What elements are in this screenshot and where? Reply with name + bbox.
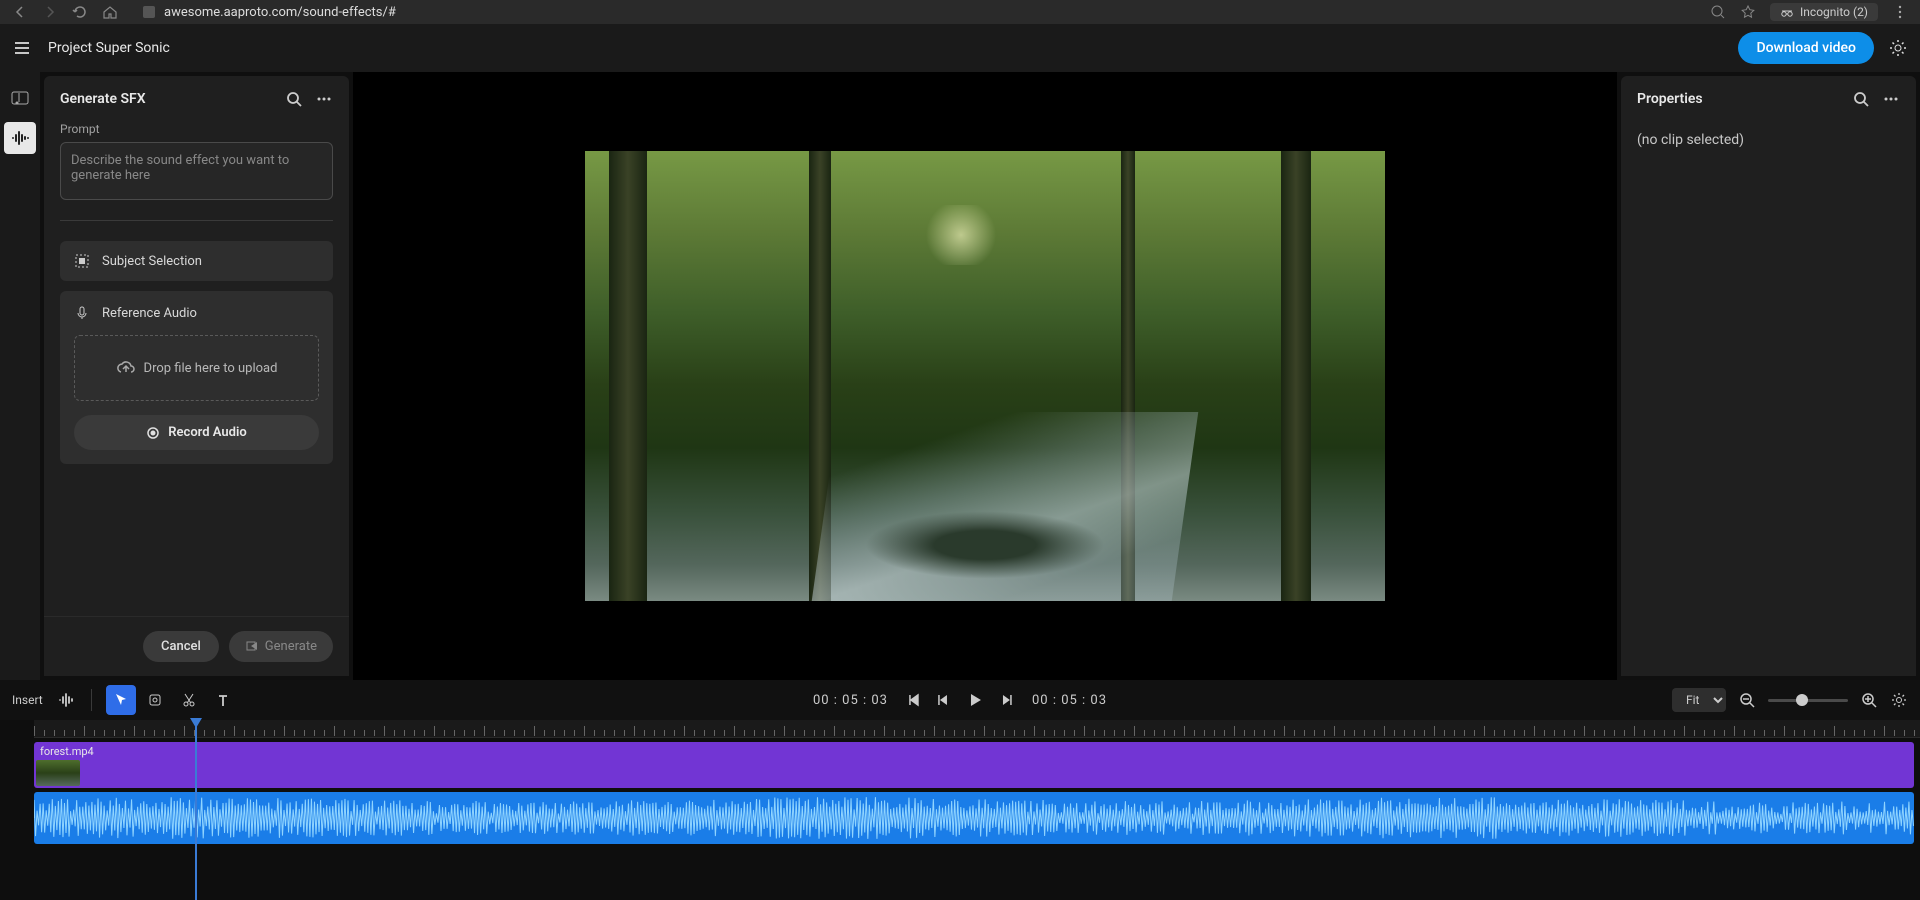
time-current: 00 : 05 : 03	[813, 693, 888, 708]
download-button[interactable]: Download video	[1738, 32, 1874, 64]
playhead[interactable]	[195, 720, 197, 900]
home-icon[interactable]	[102, 4, 118, 20]
no-clip-text: (no clip selected)	[1621, 122, 1916, 158]
reference-audio-section: Reference Audio Drop file here to upload…	[60, 291, 333, 464]
properties-panel: Properties (no clip selected)	[1621, 76, 1916, 676]
time-total: 00 : 05 : 03	[1032, 693, 1107, 708]
generate-button[interactable]: Generate	[229, 631, 333, 662]
step-forward-icon[interactable]	[998, 692, 1014, 708]
text-tool[interactable]	[208, 685, 238, 715]
record-audio-button[interactable]: Record Audio	[74, 415, 319, 450]
fit-select[interactable]: Fit	[1672, 688, 1726, 712]
sfx-panel-title: Generate SFX	[60, 91, 146, 107]
incognito-icon	[1780, 5, 1794, 19]
cancel-button[interactable]: Cancel	[143, 631, 219, 662]
timeline[interactable]: forest.mp4	[0, 720, 1920, 900]
zoom-in-icon[interactable]	[1860, 691, 1878, 709]
sidebar-rail	[0, 72, 40, 680]
rail-library-icon[interactable]	[4, 82, 36, 114]
site-icon	[142, 5, 156, 19]
cut-tool[interactable]	[174, 685, 204, 715]
search-icon[interactable]	[285, 90, 303, 108]
waveform	[34, 797, 1914, 839]
timeline-ruler[interactable]	[34, 720, 1920, 738]
clip-label: forest.mp4	[40, 745, 94, 758]
select-tool[interactable]	[106, 685, 136, 715]
clip-thumbnail	[36, 760, 80, 786]
video-preview[interactable]	[585, 151, 1385, 601]
waveform-tool-icon[interactable]	[57, 690, 77, 710]
rail-audio-icon[interactable]	[4, 122, 36, 154]
menu-icon[interactable]	[12, 38, 32, 58]
selection-icon	[74, 253, 90, 269]
upload-icon	[116, 358, 136, 378]
star-icon[interactable]	[1740, 4, 1756, 20]
browser-menu-icon[interactable]	[1892, 4, 1908, 20]
properties-title: Properties	[1637, 91, 1703, 107]
video-track[interactable]: forest.mp4	[34, 742, 1914, 788]
record-icon	[146, 426, 160, 440]
settings-icon[interactable]	[1890, 691, 1908, 709]
insert-label: Insert	[12, 693, 43, 707]
skip-back-icon[interactable]	[906, 692, 922, 708]
search-icon[interactable]	[1852, 90, 1870, 108]
sfx-panel: Generate SFX Prompt Subject Selection Re…	[44, 76, 349, 676]
audio-track[interactable]	[34, 792, 1914, 844]
generate-icon	[245, 640, 259, 654]
preview-area	[353, 72, 1617, 680]
mic-icon	[74, 305, 90, 321]
browser-bar: awesome.aaproto.com/sound-effects/# Inco…	[0, 0, 1920, 24]
play-icon[interactable]	[966, 691, 984, 709]
timeline-toolbar: Insert 00 : 05 : 03 00 : 05 : 03 Fit	[0, 680, 1920, 720]
divider	[60, 220, 333, 221]
incognito-badge: Incognito (2)	[1770, 3, 1878, 21]
app-header: Project Super Sonic Download video	[0, 24, 1920, 72]
prompt-input[interactable]	[60, 142, 333, 200]
hand-tool[interactable]	[140, 685, 170, 715]
reload-icon[interactable]	[72, 4, 88, 20]
gear-icon[interactable]	[1888, 38, 1908, 58]
step-back-icon[interactable]	[936, 692, 952, 708]
back-icon[interactable]	[12, 4, 28, 20]
zoom-browser-icon[interactable]	[1710, 4, 1726, 20]
url-text: awesome.aaproto.com/sound-effects/#	[164, 5, 396, 20]
project-title: Project Super Sonic	[48, 40, 170, 56]
upload-dropzone[interactable]: Drop file here to upload	[74, 335, 319, 401]
forward-icon[interactable]	[42, 4, 58, 20]
zoom-slider[interactable]	[1768, 699, 1848, 702]
more-icon[interactable]	[315, 90, 333, 108]
subject-selection-button[interactable]: Subject Selection	[60, 241, 333, 281]
more-icon[interactable]	[1882, 90, 1900, 108]
zoom-out-icon[interactable]	[1738, 691, 1756, 709]
address-bar[interactable]: awesome.aaproto.com/sound-effects/#	[132, 5, 1696, 20]
prompt-label: Prompt	[60, 122, 333, 136]
